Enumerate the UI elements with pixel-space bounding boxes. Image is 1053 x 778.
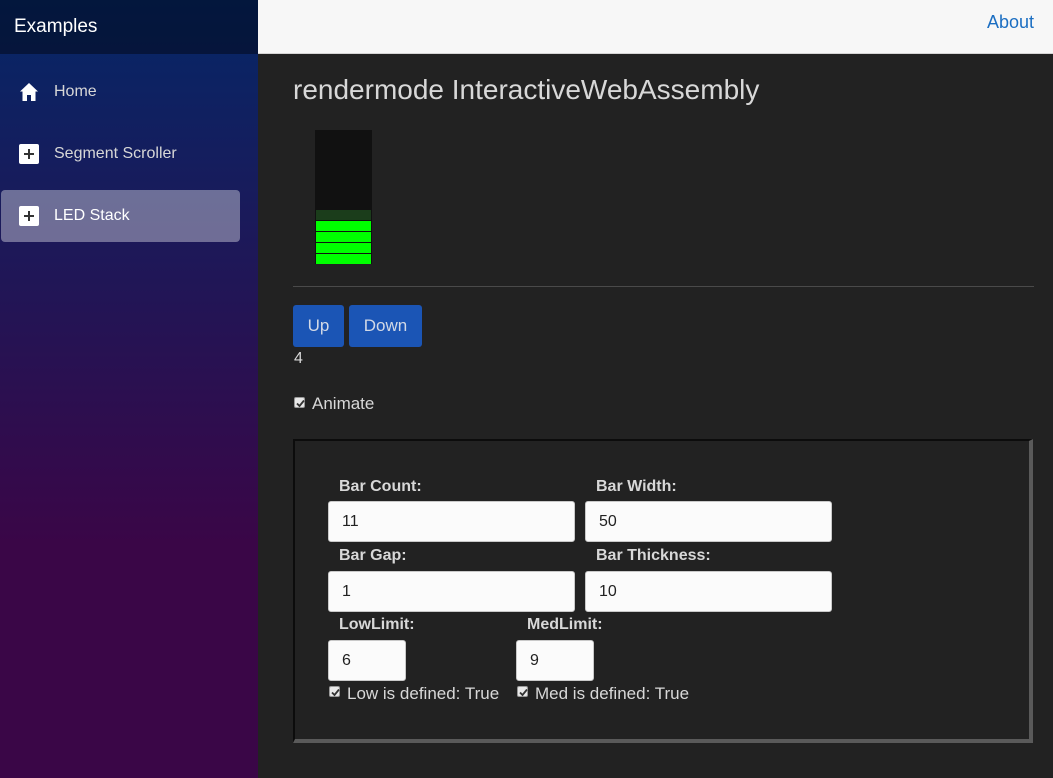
bar-gap-label: Bar Gap: [339, 547, 407, 564]
plus-icon [18, 205, 40, 227]
home-icon [18, 81, 40, 103]
led-bar [316, 199, 371, 209]
sidebar-item-home[interactable]: Home [1, 66, 240, 118]
sidebar-item-segment-scroller[interactable]: Segment Scroller [1, 128, 240, 180]
sidebar-header: Examples [0, 0, 258, 54]
nav-menu: Home Segment Scroller LED Stack [0, 54, 258, 242]
down-button[interactable]: Down [349, 305, 422, 347]
bar-width-label: Bar Width: [596, 478, 677, 495]
led-bar [316, 243, 371, 253]
bar-count-input[interactable] [328, 501, 575, 542]
low-defined-checkbox[interactable] [329, 686, 340, 697]
led-bar [316, 155, 371, 165]
plus-icon [18, 143, 40, 165]
bar-thickness-input[interactable] [585, 571, 832, 612]
led-bar [316, 254, 371, 264]
animate-checkbox[interactable] [294, 397, 305, 408]
med-defined-checkbox[interactable] [517, 686, 528, 697]
sidebar-item-label: LED Stack [54, 207, 130, 224]
sidebar-item-label: Segment Scroller [54, 145, 177, 162]
sidebar-item-label: Home [54, 83, 97, 100]
med-limit-input[interactable] [516, 640, 594, 681]
bar-gap-input[interactable] [328, 571, 575, 612]
low-limit-label: LowLimit: [339, 616, 415, 633]
bar-thickness-label: Bar Thickness: [596, 547, 711, 564]
bar-width-input[interactable] [585, 501, 832, 542]
sidebar: Examples Home Segment Scroller LED Stack [0, 0, 258, 778]
led-bar [316, 210, 371, 220]
about-link[interactable]: About [987, 12, 1034, 33]
bar-count-label: Bar Count: [339, 478, 422, 495]
led-bar [316, 166, 371, 176]
sidebar-item-led-stack[interactable]: LED Stack [1, 190, 240, 242]
brand-title[interactable]: Examples [14, 16, 97, 38]
led-bar [316, 144, 371, 154]
med-defined-label: Med is defined: True [535, 684, 690, 703]
low-defined-label: Low is defined: True [347, 684, 500, 703]
led-stack [315, 130, 372, 264]
animate-label: Animate [312, 394, 375, 413]
led-bar [316, 188, 371, 198]
settings-panel: Bar Count: Bar Width: Bar Gap: Bar Thick… [293, 439, 1033, 743]
up-button[interactable]: Up [293, 305, 344, 347]
value-display: 4 [294, 350, 303, 367]
led-bar [316, 177, 371, 187]
main-content: rendermode InteractiveWebAssembly Up Dow… [258, 54, 1053, 778]
top-bar: About [258, 0, 1053, 54]
low-limit-input[interactable] [328, 640, 406, 681]
led-bar [316, 221, 371, 231]
led-bar [316, 232, 371, 242]
page-title: rendermode InteractiveWebAssembly [293, 74, 760, 105]
med-limit-label: MedLimit: [527, 616, 603, 633]
divider [293, 286, 1034, 287]
